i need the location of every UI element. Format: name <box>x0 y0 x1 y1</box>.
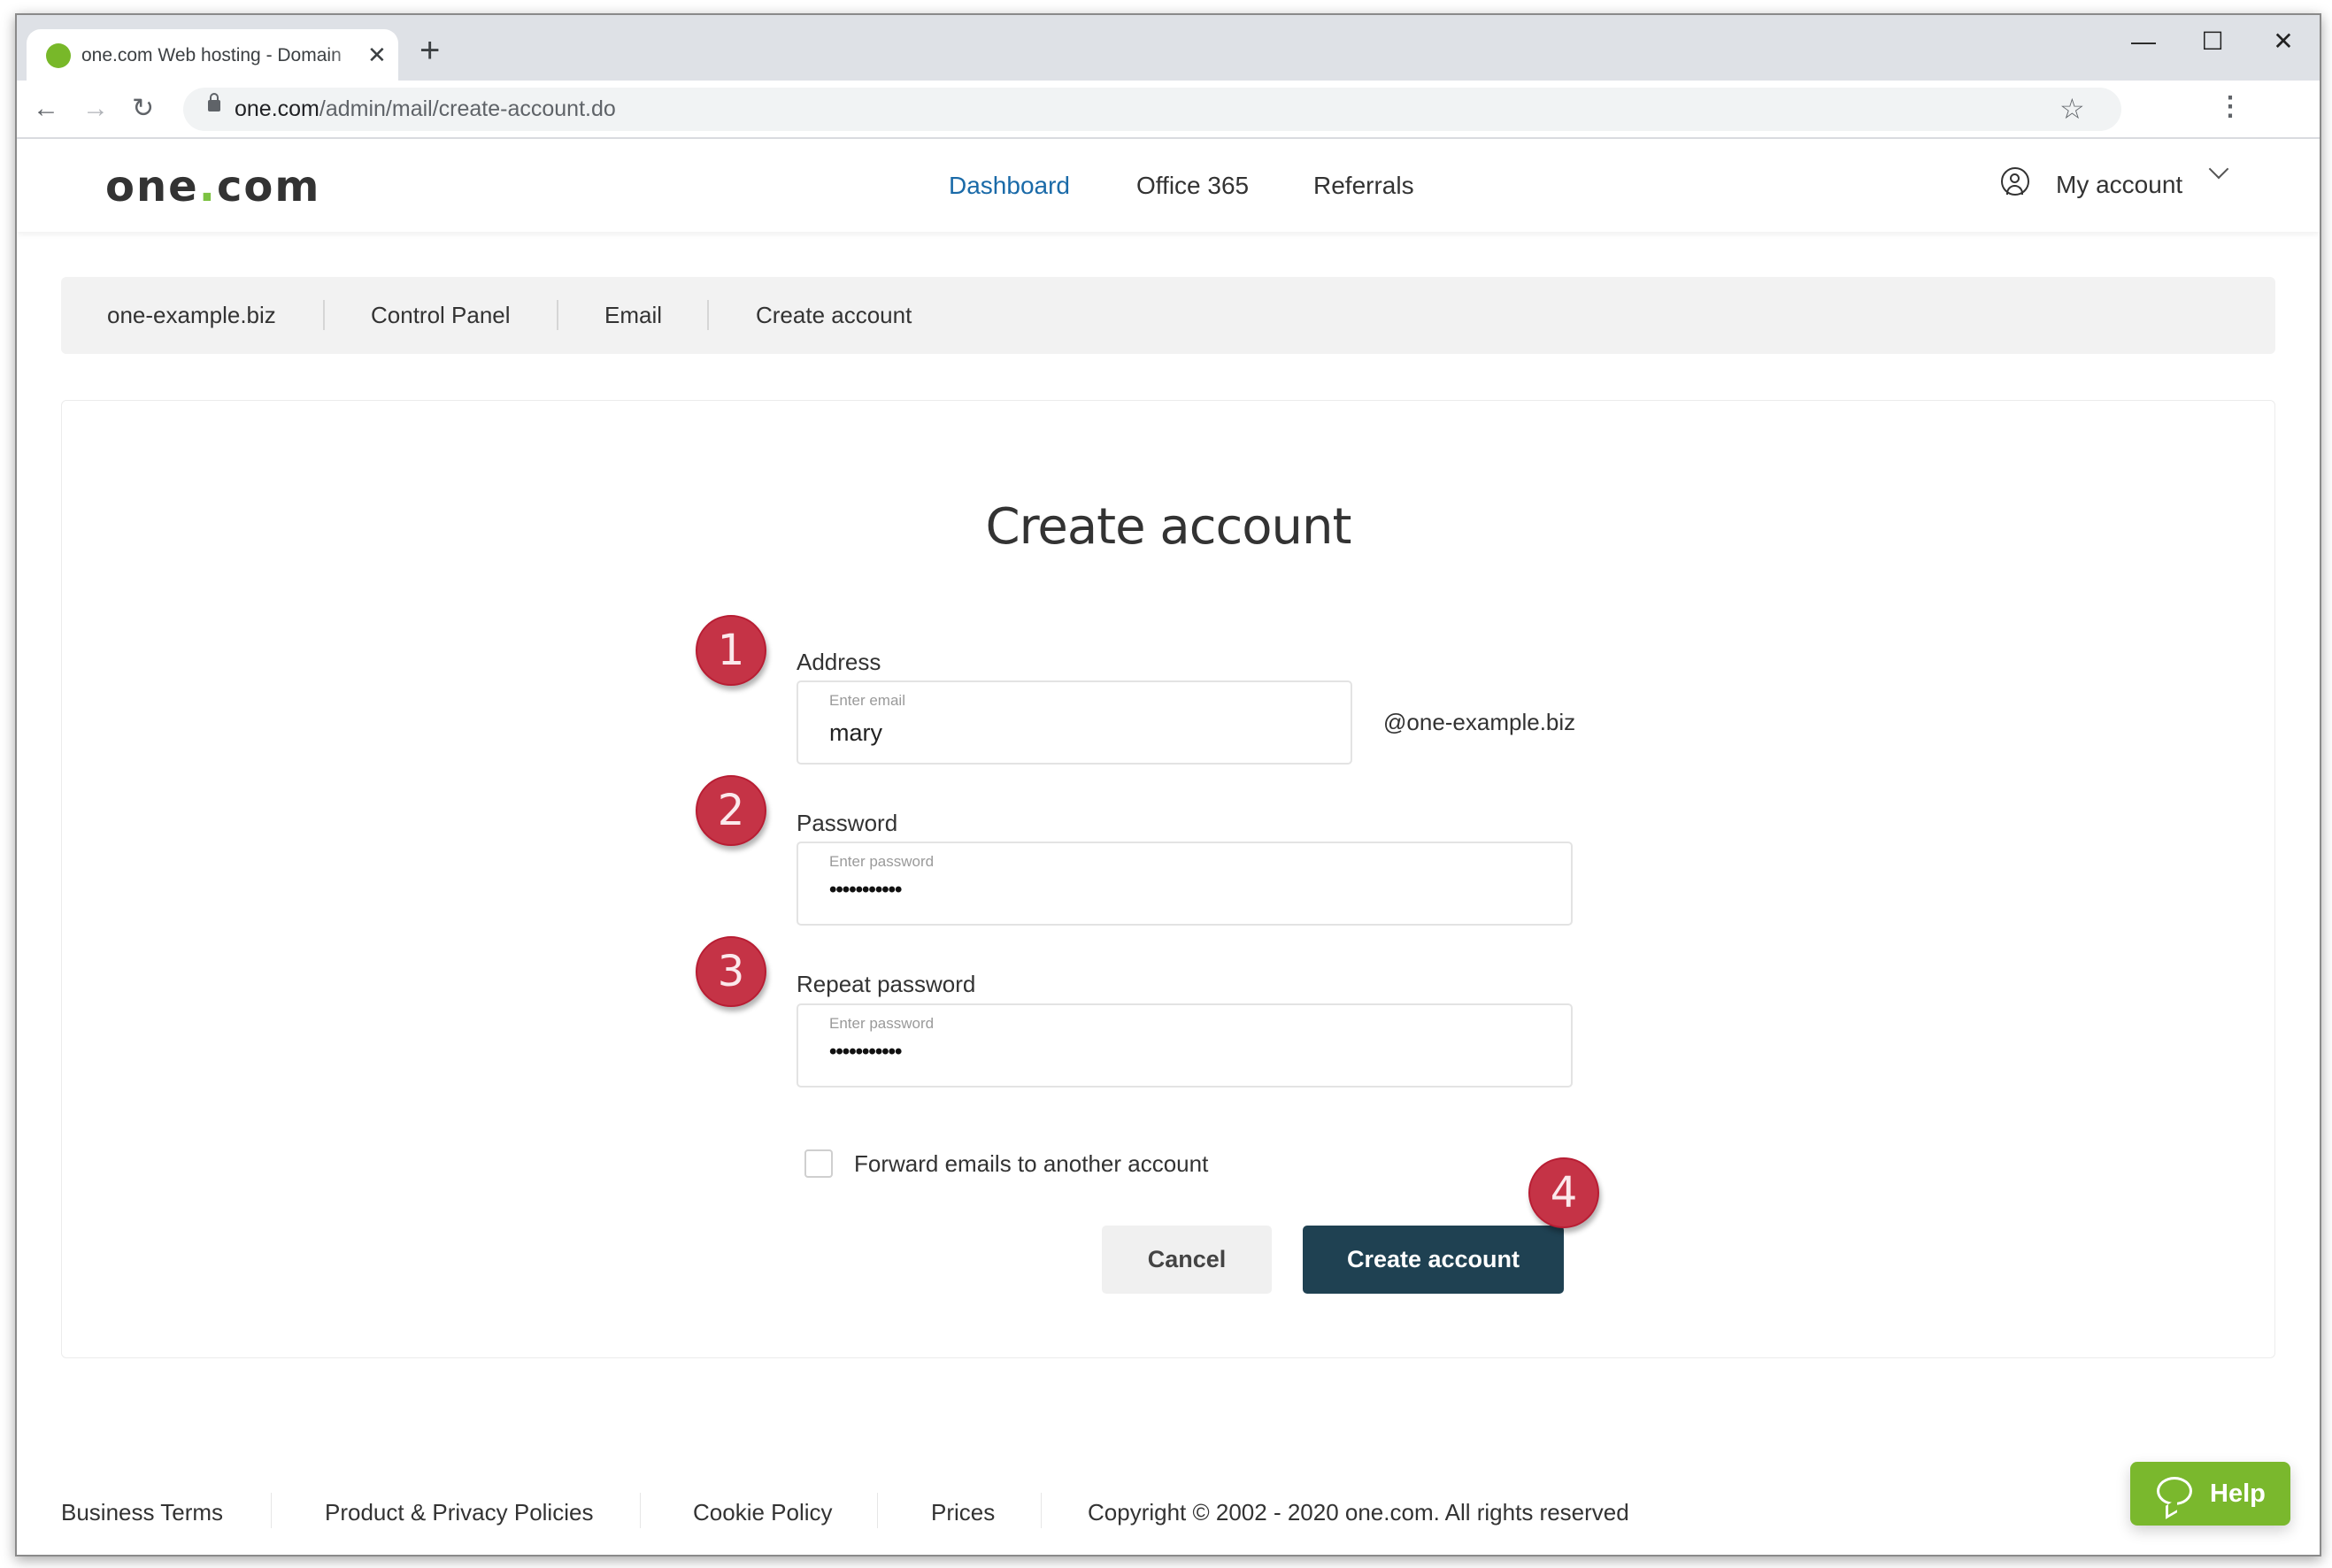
forward-emails-label[interactable]: Forward emails to another account <box>854 1149 1208 1179</box>
help-label: Help <box>2210 1480 2266 1508</box>
user-account-icon[interactable] <box>2001 167 2029 196</box>
breadcrumb: one-example.biz Control Panel Email Crea… <box>61 277 2275 354</box>
repeat-password-label: Repeat password <box>797 971 976 997</box>
address-bar[interactable]: one.com/admin/mail/create-account.do ☆ <box>183 88 2121 131</box>
tab-title: one.com Web hosting - Domain <box>81 45 342 65</box>
repeat-password-placeholder: Enter password <box>829 1015 935 1032</box>
footer-divider <box>271 1493 272 1528</box>
email-field[interactable]: Enter email mary <box>797 680 1352 765</box>
nav-dashboard[interactable]: Dashboard <box>949 170 1070 202</box>
logo-dot: . <box>198 162 217 211</box>
breadcrumb-control-panel[interactable]: Control Panel <box>371 300 511 330</box>
email-domain-suffix: @one-example.biz <box>1383 709 1576 735</box>
maximize-icon[interactable]: ☐ <box>2190 24 2235 59</box>
forward-emails-checkbox[interactable] <box>804 1149 833 1178</box>
email-value: mary <box>829 719 882 746</box>
breadcrumb-divider <box>707 300 709 330</box>
nav-office-365[interactable]: Office 365 <box>1136 170 1249 202</box>
footer-divider <box>640 1493 641 1528</box>
help-button[interactable]: Help <box>2130 1462 2290 1526</box>
breadcrumb-divider <box>323 300 325 330</box>
close-tab-icon[interactable]: ✕ <box>367 40 387 70</box>
minimize-icon[interactable]: — <box>2121 24 2166 59</box>
forward-icon[interactable]: → <box>82 93 109 125</box>
reload-icon[interactable]: ↻ <box>132 93 154 125</box>
password-placeholder: Enter password <box>829 853 935 870</box>
password-field[interactable]: Enter password ••••••••••• <box>797 842 1573 926</box>
breadcrumb-create-account: Create account <box>756 302 912 328</box>
site-header: one.com Dashboard Office 365 Referrals M… <box>17 139 2320 232</box>
one-com-logo[interactable]: one.com <box>105 160 320 213</box>
breadcrumb-domain[interactable]: one-example.biz <box>107 300 276 330</box>
footer-divider <box>1041 1493 1042 1528</box>
browser-toolbar: ← → ↻ one.com/admin/mail/create-account.… <box>17 81 2320 139</box>
url-host: one.com <box>235 96 319 121</box>
browser-tab[interactable]: one.com Web hosting - Domain ✕ <box>27 29 398 81</box>
create-account-button[interactable]: Create account <box>1303 1226 1564 1294</box>
favicon-icon <box>46 43 71 68</box>
close-window-icon[interactable]: ✕ <box>2261 24 2305 59</box>
lock-icon <box>208 93 220 111</box>
browser-window: one.com Web hosting - Domain ✕ + — ☐ ✕ ←… <box>15 13 2321 1556</box>
tab-strip: one.com Web hosting - Domain ✕ + — ☐ ✕ <box>17 15 2320 81</box>
browser-menu-icon[interactable]: ⋮ <box>2217 91 2243 123</box>
create-account-card: Create account Address Enter email mary … <box>61 400 2275 1358</box>
chat-bubble-icon <box>2157 1477 2192 1505</box>
email-placeholder: Enter email <box>829 692 905 709</box>
repeat-password-field[interactable]: Enter password ••••••••••• <box>797 1003 1573 1088</box>
step-badge-3: 3 <box>696 936 766 1007</box>
footer-divider <box>877 1493 878 1528</box>
footer-cookie-policy[interactable]: Cookie Policy <box>693 1497 833 1527</box>
breadcrumb-divider <box>557 300 558 330</box>
password-value: ••••••••••• <box>829 878 902 902</box>
back-icon[interactable]: ← <box>33 93 59 125</box>
page-title: Create account <box>985 498 1352 556</box>
copyright-text: Copyright © 2002 - 2020 one.com. All rig… <box>1088 1499 1629 1526</box>
new-tab-button[interactable]: + <box>419 33 440 68</box>
step-badge-2: 2 <box>696 775 766 846</box>
logo-left: one <box>105 162 199 211</box>
logo-right: com <box>216 162 321 211</box>
cancel-button[interactable]: Cancel <box>1102 1226 1272 1294</box>
chevron-down-icon[interactable] <box>2208 158 2229 180</box>
bookmark-star-icon[interactable]: ☆ <box>2059 93 2085 125</box>
footer-prices[interactable]: Prices <box>931 1497 995 1527</box>
nav-referrals[interactable]: Referrals <box>1313 170 1414 202</box>
footer-product-privacy[interactable]: Product & Privacy Policies <box>325 1497 593 1527</box>
my-account-link[interactable]: My account <box>2056 169 2182 201</box>
breadcrumb-email[interactable]: Email <box>604 300 662 330</box>
step-badge-4: 4 <box>1528 1157 1599 1228</box>
url-text: one.com/admin/mail/create-account.do <box>235 95 616 124</box>
url-path: /admin/mail/create-account.do <box>319 96 616 121</box>
address-label: Address <box>797 649 881 675</box>
step-badge-1: 1 <box>696 615 766 686</box>
password-label: Password <box>797 810 898 836</box>
footer-business-terms[interactable]: Business Terms <box>61 1497 223 1527</box>
repeat-password-value: ••••••••••• <box>829 1040 902 1064</box>
